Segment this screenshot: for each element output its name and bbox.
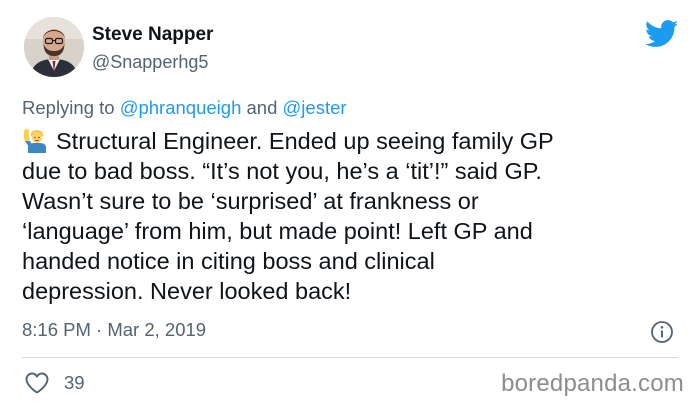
tweet-text: Structural Engineer. Ended up seeing fam… <box>22 126 686 306</box>
tweet-text-line-content: Structural Engineer. Ended up seeing fam… <box>56 128 554 154</box>
divider <box>22 357 678 358</box>
author-handle[interactable]: @Snapperhg5 <box>92 51 208 73</box>
tweet-text-line: ‘language’ from him, but made point! Lef… <box>22 218 533 244</box>
replying-to-label: Replying to <box>22 97 115 118</box>
profile-photo-icon <box>24 17 84 77</box>
author-display-name[interactable]: Steve Napper <box>92 24 213 46</box>
tweet-timestamp[interactable]: 8:16 PM · Mar 2, 2019 <box>22 318 206 342</box>
mention-link[interactable]: @phranqueigh <box>120 97 242 118</box>
tweet-text-line: Structural Engineer. Ended up seeing fam… <box>22 126 686 156</box>
tweet-text-line: depression. Never looked back! <box>22 278 352 304</box>
like-button[interactable]: 39 <box>24 370 85 396</box>
replying-to-line: Replying to @phranqueigh and @jester <box>22 96 347 120</box>
avatar[interactable] <box>24 17 84 77</box>
replying-to-connector: and <box>246 97 278 118</box>
tweet-text-line: handed notice in citing boss and clinica… <box>22 248 435 274</box>
tweet-card: Steve Napper @Snapperhg5 Replying to @ph… <box>0 0 700 410</box>
mention-link[interactable]: @jester <box>283 97 347 118</box>
watermark: boredpanda.com <box>501 370 684 397</box>
twitter-bird-icon[interactable] <box>645 20 679 48</box>
tweet-text-line: Wasn’t sure to be ‘surprised’ at frankne… <box>22 188 479 214</box>
man-raising-hand-emoji-icon <box>24 128 46 153</box>
like-count: 39 <box>64 372 85 393</box>
tweet-text-line: due to bad boss. “It’s not you, he’s a ‘… <box>22 158 542 184</box>
info-icon[interactable] <box>650 320 674 344</box>
heart-icon <box>25 372 49 394</box>
